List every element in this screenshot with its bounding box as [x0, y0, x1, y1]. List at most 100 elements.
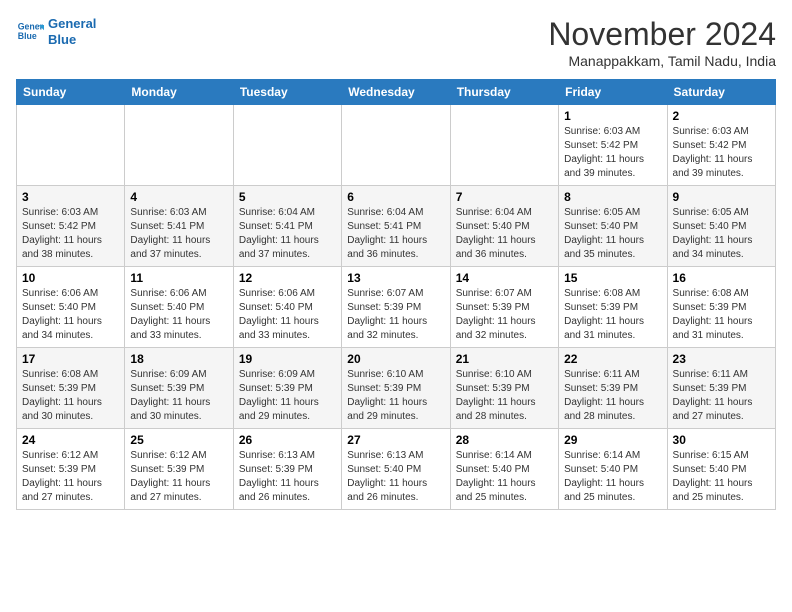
week-row-4: 17 Sunrise: 6:08 AM Sunset: 5:39 PM Dayli…	[17, 348, 776, 429]
day-info: Sunrise: 6:12 AM Sunset: 5:39 PM Dayligh…	[22, 449, 119, 505]
day-number: 7	[456, 190, 553, 204]
week-row-2: 3 Sunrise: 6:03 AM Sunset: 5:42 PM Daylig…	[17, 186, 776, 267]
svg-text:Blue: Blue	[18, 31, 37, 41]
calendar-cell: 29 Sunrise: 6:14 AM Sunset: 5:40 PM Dayli…	[559, 429, 667, 510]
calendar-cell: 23 Sunrise: 6:11 AM Sunset: 5:39 PM Dayli…	[667, 348, 775, 429]
weekday-header-tuesday: Tuesday	[233, 80, 341, 105]
day-info: Sunrise: 6:10 AM Sunset: 5:39 PM Dayligh…	[347, 368, 444, 424]
calendar-cell	[125, 105, 233, 186]
day-info: Sunrise: 6:03 AM Sunset: 5:41 PM Dayligh…	[130, 206, 227, 262]
day-number: 10	[22, 271, 119, 285]
day-info: Sunrise: 6:05 AM Sunset: 5:40 PM Dayligh…	[564, 206, 661, 262]
day-info: Sunrise: 6:06 AM Sunset: 5:40 PM Dayligh…	[22, 287, 119, 343]
day-info: Sunrise: 6:08 AM Sunset: 5:39 PM Dayligh…	[673, 287, 770, 343]
weekday-header-thursday: Thursday	[450, 80, 558, 105]
calendar-cell	[233, 105, 341, 186]
calendar-cell: 27 Sunrise: 6:13 AM Sunset: 5:40 PM Dayli…	[342, 429, 450, 510]
month-title: November 2024	[548, 16, 776, 53]
calendar-cell: 17 Sunrise: 6:08 AM Sunset: 5:39 PM Dayli…	[17, 348, 125, 429]
location: Manappakkam, Tamil Nadu, India	[548, 53, 776, 69]
day-info: Sunrise: 6:07 AM Sunset: 5:39 PM Dayligh…	[347, 287, 444, 343]
day-info: Sunrise: 6:08 AM Sunset: 5:39 PM Dayligh…	[22, 368, 119, 424]
day-info: Sunrise: 6:09 AM Sunset: 5:39 PM Dayligh…	[239, 368, 336, 424]
day-number: 14	[456, 271, 553, 285]
calendar-cell: 20Sunrise: 6:10 AM Sunset: 5:39 PM Dayli…	[342, 348, 450, 429]
svg-text:General: General	[18, 21, 44, 31]
day-number: 4	[130, 190, 227, 204]
calendar-cell: 22 Sunrise: 6:11 AM Sunset: 5:39 PM Dayli…	[559, 348, 667, 429]
day-number: 21	[456, 352, 553, 366]
weekday-header-sunday: Sunday	[17, 80, 125, 105]
day-number: 25	[130, 433, 227, 447]
day-number: 29	[564, 433, 661, 447]
day-info: Sunrise: 6:12 AM Sunset: 5:39 PM Dayligh…	[130, 449, 227, 505]
day-info: Sunrise: 6:15 AM Sunset: 5:40 PM Dayligh…	[673, 449, 770, 505]
day-info: Sunrise: 6:03 AM Sunset: 5:42 PM Dayligh…	[673, 125, 770, 181]
day-info: Sunrise: 6:13 AM Sunset: 5:40 PM Dayligh…	[347, 449, 444, 505]
day-info: Sunrise: 6:03 AM Sunset: 5:42 PM Dayligh…	[564, 125, 661, 181]
day-info: Sunrise: 6:04 AM Sunset: 5:41 PM Dayligh…	[239, 206, 336, 262]
day-info: Sunrise: 6:07 AM Sunset: 5:39 PM Dayligh…	[456, 287, 553, 343]
calendar-cell: 4 Sunrise: 6:03 AM Sunset: 5:41 PM Daylig…	[125, 186, 233, 267]
day-info: Sunrise: 6:05 AM Sunset: 5:40 PM Dayligh…	[673, 206, 770, 262]
logo: General Blue General Blue	[16, 16, 96, 47]
calendar-cell: 10 Sunrise: 6:06 AM Sunset: 5:40 PM Dayli…	[17, 267, 125, 348]
day-number: 16	[673, 271, 770, 285]
week-row-5: 24 Sunrise: 6:12 AM Sunset: 5:39 PM Dayli…	[17, 429, 776, 510]
day-number: 12	[239, 271, 336, 285]
day-info: Sunrise: 6:04 AM Sunset: 5:41 PM Dayligh…	[347, 206, 444, 262]
calendar-cell: 26 Sunrise: 6:13 AM Sunset: 5:39 PM Dayli…	[233, 429, 341, 510]
calendar-cell: 1 Sunrise: 6:03 AM Sunset: 5:42 PM Daylig…	[559, 105, 667, 186]
logo-text: General Blue	[48, 16, 96, 47]
day-info: Sunrise: 6:11 AM Sunset: 5:39 PM Dayligh…	[564, 368, 661, 424]
day-info: Sunrise: 6:06 AM Sunset: 5:40 PM Dayligh…	[130, 287, 227, 343]
day-number: 27	[347, 433, 444, 447]
calendar-cell: 7 Sunrise: 6:04 AM Sunset: 5:40 PM Daylig…	[450, 186, 558, 267]
day-number: 6	[347, 190, 444, 204]
weekday-header-saturday: Saturday	[667, 80, 775, 105]
day-number: 1	[564, 109, 661, 123]
calendar-table: SundayMondayTuesdayWednesdayThursdayFrid…	[16, 79, 776, 510]
day-info: Sunrise: 6:06 AM Sunset: 5:40 PM Dayligh…	[239, 287, 336, 343]
title-block: November 2024 Manappakkam, Tamil Nadu, I…	[548, 16, 776, 69]
day-number: 17	[22, 352, 119, 366]
day-number: 30	[673, 433, 770, 447]
day-number: 19	[239, 352, 336, 366]
day-info: Sunrise: 6:14 AM Sunset: 5:40 PM Dayligh…	[456, 449, 553, 505]
calendar-cell: 9Sunrise: 6:05 AM Sunset: 5:40 PM Daylig…	[667, 186, 775, 267]
calendar-cell: 14 Sunrise: 6:07 AM Sunset: 5:39 PM Dayli…	[450, 267, 558, 348]
day-info: Sunrise: 6:08 AM Sunset: 5:39 PM Dayligh…	[564, 287, 661, 343]
day-info: Sunrise: 6:14 AM Sunset: 5:40 PM Dayligh…	[564, 449, 661, 505]
calendar-cell: 15 Sunrise: 6:08 AM Sunset: 5:39 PM Dayli…	[559, 267, 667, 348]
calendar-cell: 8 Sunrise: 6:05 AM Sunset: 5:40 PM Daylig…	[559, 186, 667, 267]
day-number: 13	[347, 271, 444, 285]
calendar-cell: 18Sunrise: 6:09 AM Sunset: 5:39 PM Dayli…	[125, 348, 233, 429]
week-row-1: 1 Sunrise: 6:03 AM Sunset: 5:42 PM Daylig…	[17, 105, 776, 186]
day-number: 26	[239, 433, 336, 447]
weekday-header-friday: Friday	[559, 80, 667, 105]
weekday-header-row: SundayMondayTuesdayWednesdayThursdayFrid…	[17, 80, 776, 105]
calendar-cell: 30 Sunrise: 6:15 AM Sunset: 5:40 PM Dayli…	[667, 429, 775, 510]
day-number: 8	[564, 190, 661, 204]
calendar-cell: 2 Sunrise: 6:03 AM Sunset: 5:42 PM Daylig…	[667, 105, 775, 186]
day-number: 15	[564, 271, 661, 285]
calendar-cell: 12 Sunrise: 6:06 AM Sunset: 5:40 PM Dayli…	[233, 267, 341, 348]
calendar-cell	[450, 105, 558, 186]
day-info: Sunrise: 6:10 AM Sunset: 5:39 PM Dayligh…	[456, 368, 553, 424]
day-number: 3	[22, 190, 119, 204]
day-number: 2	[673, 109, 770, 123]
weekday-header-wednesday: Wednesday	[342, 80, 450, 105]
day-number: 23	[673, 352, 770, 366]
calendar-cell: 28Sunrise: 6:14 AM Sunset: 5:40 PM Dayli…	[450, 429, 558, 510]
day-info: Sunrise: 6:11 AM Sunset: 5:39 PM Dayligh…	[673, 368, 770, 424]
calendar-cell: 25 Sunrise: 6:12 AM Sunset: 5:39 PM Dayli…	[125, 429, 233, 510]
day-info: Sunrise: 6:13 AM Sunset: 5:39 PM Dayligh…	[239, 449, 336, 505]
calendar-cell	[342, 105, 450, 186]
calendar-cell: 6 Sunrise: 6:04 AM Sunset: 5:41 PM Daylig…	[342, 186, 450, 267]
day-info: Sunrise: 6:03 AM Sunset: 5:42 PM Dayligh…	[22, 206, 119, 262]
calendar-cell: 11Sunrise: 6:06 AM Sunset: 5:40 PM Dayli…	[125, 267, 233, 348]
day-info: Sunrise: 6:04 AM Sunset: 5:40 PM Dayligh…	[456, 206, 553, 262]
day-number: 24	[22, 433, 119, 447]
day-number: 22	[564, 352, 661, 366]
calendar-cell: 13 Sunrise: 6:07 AM Sunset: 5:39 PM Dayli…	[342, 267, 450, 348]
